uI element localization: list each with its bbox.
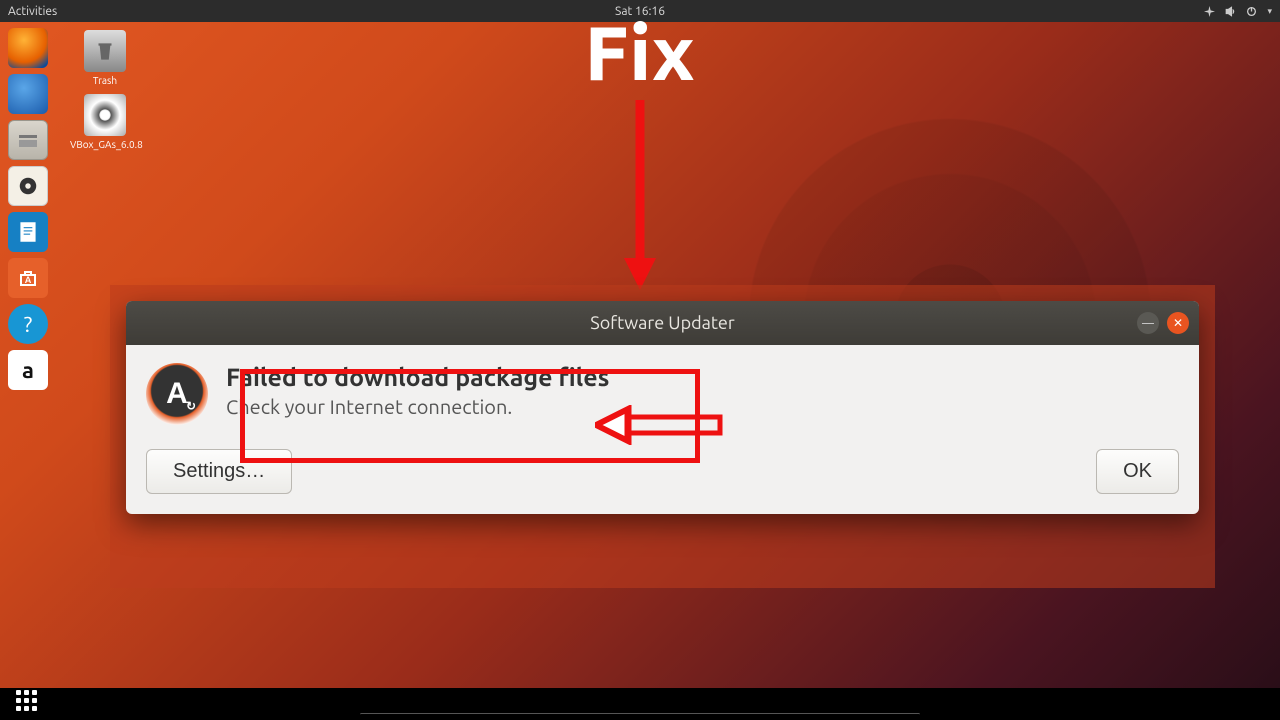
trash-label: Trash: [70, 75, 140, 86]
dock-writer[interactable]: [8, 212, 48, 252]
taskbar-hint: [360, 713, 920, 716]
dock: A ? a: [0, 22, 56, 656]
power-icon[interactable]: [1246, 6, 1257, 17]
vbox-disc-icon[interactable]: VBox_GAs_6.0.8: [70, 94, 140, 150]
svg-text:A: A: [25, 275, 32, 285]
dropdown-icon[interactable]: ▾: [1267, 6, 1272, 17]
dock-amazon[interactable]: a: [8, 350, 48, 390]
network-icon[interactable]: [1204, 6, 1215, 17]
bottom-bar: [0, 688, 1280, 720]
activities-button[interactable]: Activities: [8, 5, 57, 18]
volume-icon[interactable]: [1225, 6, 1236, 17]
dock-rhythmbox[interactable]: [8, 166, 48, 206]
dock-software[interactable]: A: [8, 258, 48, 298]
annotation-arrow-down: [620, 100, 660, 290]
settings-button[interactable]: Settings…: [146, 449, 292, 494]
dock-thunderbird[interactable]: [8, 74, 48, 114]
annotation-arrow-left: [595, 405, 725, 445]
dialog-heading: Failed to download package files: [226, 363, 609, 391]
dialog-title-text: Software Updater: [590, 313, 734, 333]
annotation-title: Fix: [585, 10, 696, 95]
dialog-titlebar[interactable]: Software Updater — ✕: [126, 301, 1199, 345]
desktop-icons: Trash VBox_GAs_6.0.8: [70, 30, 140, 158]
trash-icon[interactable]: Trash: [70, 30, 140, 86]
ok-button[interactable]: OK: [1096, 449, 1179, 494]
show-applications-button[interactable]: [16, 690, 40, 714]
dialog-subtext: Check your Internet connection.: [226, 395, 609, 418]
minimize-button[interactable]: —: [1137, 312, 1159, 334]
dock-help[interactable]: ?: [8, 304, 48, 344]
vbox-label: VBox_GAs_6.0.8: [70, 139, 140, 150]
desktop-background: Activities Sat 16:16 ▾ A ? a Trash: [0, 0, 1280, 688]
close-button[interactable]: ✕: [1167, 312, 1189, 334]
dock-files[interactable]: [8, 120, 48, 160]
updater-icon: [146, 363, 208, 425]
dock-firefox[interactable]: [8, 28, 48, 68]
